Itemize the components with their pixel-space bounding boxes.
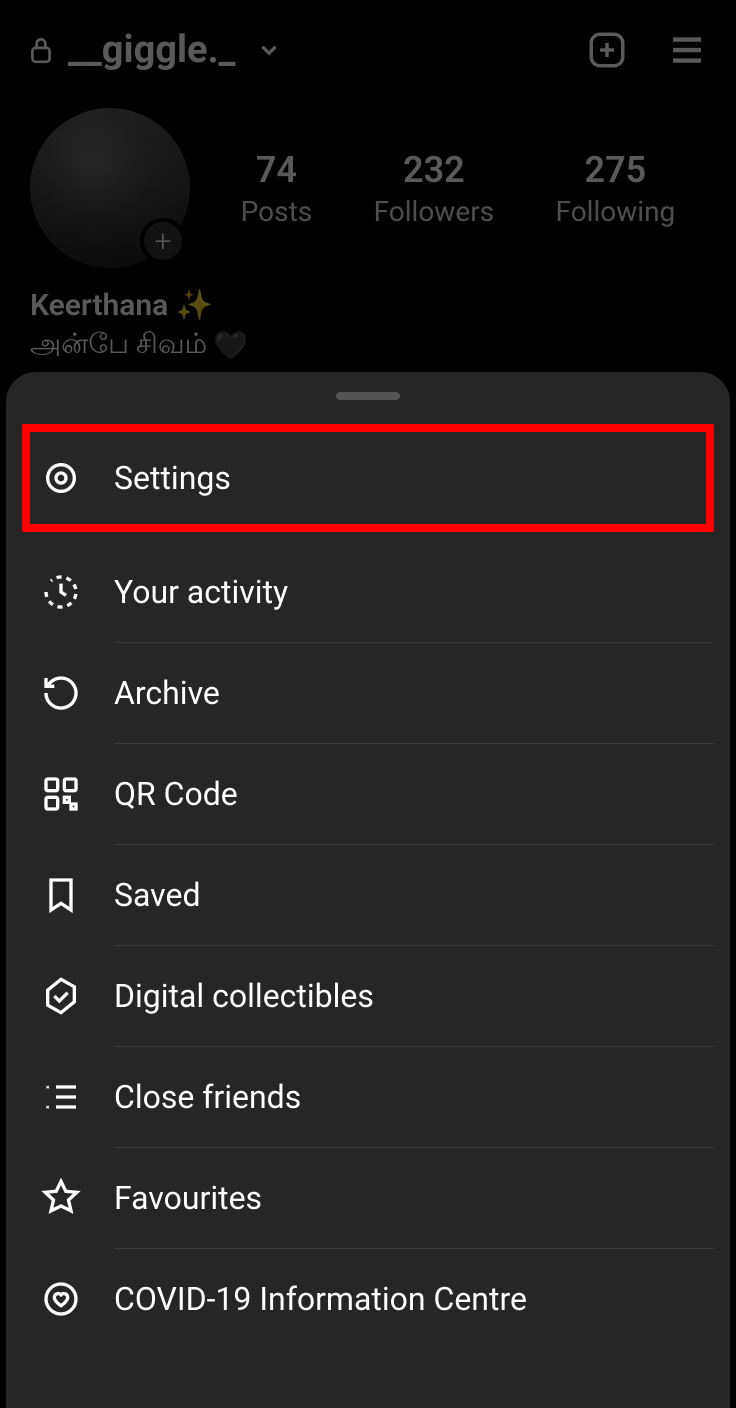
stat-following-label: Following bbox=[556, 195, 676, 228]
sheet-grabber[interactable] bbox=[336, 392, 400, 400]
qrcode-icon bbox=[38, 774, 84, 814]
menu-collectibles-label: Digital collectibles bbox=[114, 977, 374, 1015]
stat-posts-label: Posts bbox=[241, 195, 313, 228]
display-name: Keerthana ✨ bbox=[30, 288, 706, 323]
menu-qrcode[interactable]: QR Code bbox=[22, 744, 714, 844]
menu-favourites[interactable]: Favourites bbox=[22, 1148, 714, 1248]
profile-header: __giggle._ bbox=[0, 0, 736, 88]
menu-covid[interactable]: COVID-19 Information Centre bbox=[22, 1249, 714, 1349]
lock-icon bbox=[28, 35, 54, 65]
stat-followers-value: 232 bbox=[374, 149, 495, 191]
hamburger-menu-icon[interactable] bbox=[666, 29, 708, 71]
activity-icon bbox=[38, 572, 84, 612]
menu-archive[interactable]: Archive bbox=[22, 643, 714, 743]
menu-saved-label: Saved bbox=[114, 876, 200, 914]
menu-activity-label: Your activity bbox=[114, 573, 288, 611]
heart-circle-icon bbox=[38, 1279, 84, 1319]
heart-icon: 🖤 bbox=[213, 329, 248, 362]
profile-stats-row: + 74 Posts 232 Followers 275 Following bbox=[0, 88, 736, 268]
menu-qrcode-label: QR Code bbox=[114, 775, 238, 813]
list-star-icon bbox=[38, 1077, 84, 1117]
menu-collectibles[interactable]: Digital collectibles bbox=[22, 946, 714, 1046]
menu-settings-label: Settings bbox=[114, 459, 231, 497]
menu-archive-label: Archive bbox=[114, 674, 220, 712]
archive-icon bbox=[38, 673, 84, 713]
bio-text: அன்பே சிவம் bbox=[30, 327, 207, 364]
add-story-icon[interactable]: + bbox=[140, 218, 186, 264]
chevron-down-icon[interactable] bbox=[256, 37, 282, 63]
gear-icon bbox=[38, 458, 84, 498]
bottom-sheet: Settings Your activity Archive bbox=[6, 372, 730, 1408]
stat-posts[interactable]: 74 Posts bbox=[241, 149, 313, 228]
bookmark-icon bbox=[38, 875, 84, 915]
bio-section: Keerthana ✨ அன்பே சிவம் 🖤 bbox=[0, 268, 736, 364]
stat-following-value: 275 bbox=[556, 149, 676, 191]
star-icon bbox=[38, 1178, 84, 1218]
stat-followers-label: Followers bbox=[374, 195, 495, 228]
menu-activity[interactable]: Your activity bbox=[22, 542, 714, 642]
menu-settings[interactable]: Settings bbox=[30, 432, 706, 524]
menu-saved[interactable]: Saved bbox=[22, 845, 714, 945]
menu-closefriends[interactable]: Close friends bbox=[22, 1047, 714, 1147]
create-post-button[interactable] bbox=[586, 29, 628, 71]
stat-following[interactable]: 275 Following bbox=[556, 149, 676, 228]
username[interactable]: __giggle._ bbox=[68, 28, 236, 72]
stat-followers[interactable]: 232 Followers bbox=[374, 149, 495, 228]
stat-posts-value: 74 bbox=[241, 149, 313, 191]
hexagon-check-icon bbox=[38, 976, 84, 1016]
menu-covid-label: COVID-19 Information Centre bbox=[114, 1280, 527, 1318]
menu-closefriends-label: Close friends bbox=[114, 1078, 301, 1116]
avatar-wrap[interactable]: + bbox=[30, 108, 190, 268]
settings-highlight: Settings bbox=[22, 424, 714, 532]
menu-favourites-label: Favourites bbox=[114, 1179, 262, 1217]
